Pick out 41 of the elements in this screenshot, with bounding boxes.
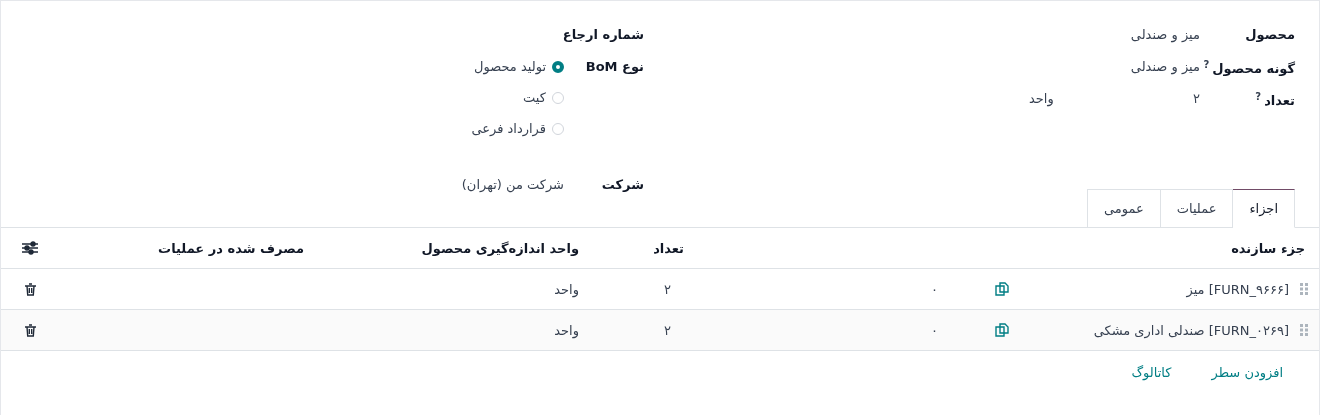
drag-handle-icon[interactable] — [1300, 324, 1308, 336]
help-mark[interactable]: ? — [1203, 59, 1210, 70]
drag-handle-icon[interactable] — [1300, 283, 1308, 295]
component-cell[interactable]: [FURN_۹۶۶۶] میز — [1019, 281, 1289, 297]
field-value: میز و صندلی — [1130, 59, 1200, 74]
tab[interactable]: اجزاء — [1232, 189, 1295, 228]
action-link[interactable]: افزودن سطر — [1211, 365, 1283, 380]
field-value: ۲ — [1193, 91, 1200, 106]
copy-icon[interactable] — [994, 282, 1009, 296]
field-label: نوع BoM — [585, 59, 644, 74]
radio-button[interactable] — [552, 60, 564, 73]
column-header: واحد اندازه‌گیری محصول — [420, 240, 580, 256]
table-cell-text: ۰ — [930, 281, 939, 297]
field-label: شرکت — [601, 177, 644, 192]
field-label: محصول — [1245, 27, 1295, 42]
field-value: میز و صندلی — [1130, 27, 1200, 42]
tab[interactable]: عمومی — [1086, 189, 1161, 228]
column-header[interactable]: تعداد — [589, 240, 699, 256]
column-header: مصرف شده در عملیات — [157, 240, 305, 256]
radio-option[interactable]: تولید محصول — [471, 59, 564, 74]
quantity-cell-text: ۲ — [663, 281, 672, 297]
unit-value: واحد — [1029, 91, 1054, 106]
help-mark[interactable]: ? — [1255, 91, 1262, 102]
field-value: شرکت من (تهران) — [461, 177, 564, 192]
trash-icon[interactable] — [24, 282, 36, 296]
settings-sliders-icon[interactable] — [22, 241, 38, 255]
table-cell-text: ۰ — [930, 322, 939, 338]
radio-option[interactable]: کیت — [471, 90, 564, 105]
field-label: شماره ارجاع — [562, 27, 644, 42]
radio-option[interactable]: قرارداد فرعی — [471, 121, 564, 136]
quantity-cell-text: ۲ — [663, 322, 672, 338]
trash-icon[interactable] — [24, 323, 36, 337]
column-header: جزء سازنده — [1230, 240, 1306, 256]
uom-cell-text: واحد — [553, 281, 580, 297]
component-cell[interactable]: [FURN_۰۲۶۹] صندلی اداری مشکی — [1019, 322, 1289, 338]
copy-icon[interactable] — [994, 323, 1009, 337]
tab[interactable]: عملیات — [1159, 189, 1234, 228]
action-link[interactable]: کاتالوگ — [1131, 365, 1172, 380]
uom-cell-text: واحد — [553, 322, 580, 338]
field-label: تعداد $^{?}$ — [1255, 91, 1295, 109]
field-label: گونه محصول $^{?}$ — [1203, 59, 1295, 77]
